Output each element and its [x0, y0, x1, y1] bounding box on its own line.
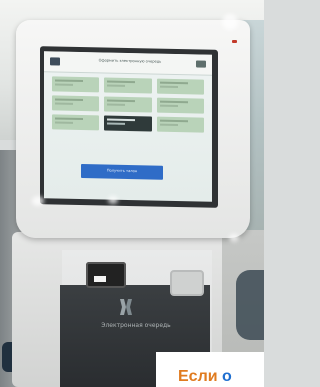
service-tile-label [159, 100, 188, 104]
kiosk-screen[interactable]: Оформить электронную очередь Получить та… [44, 51, 212, 202]
service-tile[interactable] [104, 96, 152, 113]
service-tile[interactable] [104, 77, 152, 94]
screen-title: Оформить электронную очередь [98, 58, 162, 64]
service-tile-sublabel [55, 102, 73, 105]
caption-text: Если о [178, 368, 232, 386]
panel-caption: Электронная очередь [101, 322, 171, 329]
service-tile-label [55, 98, 83, 102]
background-coat [236, 270, 264, 340]
kiosk-indicator-light [232, 40, 237, 43]
light-glare [32, 196, 44, 206]
service-tile-label [107, 80, 136, 84]
screen-header: Оформить электронную очередь [44, 51, 212, 76]
service-tile-sublabel [107, 84, 126, 87]
service-tile-sublabel [107, 122, 126, 125]
service-tile-label [107, 99, 136, 103]
card-slot[interactable] [86, 262, 126, 288]
service-tile[interactable] [104, 115, 152, 132]
light-glare [229, 234, 239, 242]
get-ticket-button[interactable]: Получить талон [81, 164, 163, 180]
service-tile-label [107, 118, 136, 122]
service-tile-label [159, 81, 188, 85]
service-tile-sublabel [159, 85, 178, 89]
brand-logo-icon [120, 299, 132, 315]
service-tile[interactable] [52, 76, 100, 93]
service-tile-label [159, 119, 188, 123]
service-tile[interactable] [52, 114, 100, 131]
service-tile[interactable] [156, 78, 204, 95]
ticket-printer-slot [94, 276, 106, 282]
kiosk-photo: Электронная очередь Оформить электронную… [0, 0, 264, 387]
service-tile-label [55, 79, 83, 83]
service-tile-sublabel [159, 123, 178, 127]
light-glare [222, 14, 238, 30]
service-tile-sublabel [107, 103, 126, 106]
service-tile-sublabel [55, 83, 73, 86]
service-tile-label [55, 117, 83, 121]
service-tile[interactable] [156, 97, 204, 114]
light-glare [108, 196, 118, 204]
caption-word-1: Если [178, 368, 218, 385]
nfc-reader[interactable] [170, 270, 204, 296]
screen-logo-icon [50, 57, 60, 66]
service-tile-sublabel [55, 121, 73, 124]
caption-word-2: о [222, 368, 232, 385]
language-icon[interactable] [196, 60, 206, 68]
service-tile-sublabel [159, 104, 178, 108]
service-tile[interactable] [52, 95, 100, 112]
service-tile[interactable] [156, 116, 204, 133]
get-ticket-button-label: Получить талон [106, 168, 138, 174]
service-tiles [52, 76, 204, 133]
